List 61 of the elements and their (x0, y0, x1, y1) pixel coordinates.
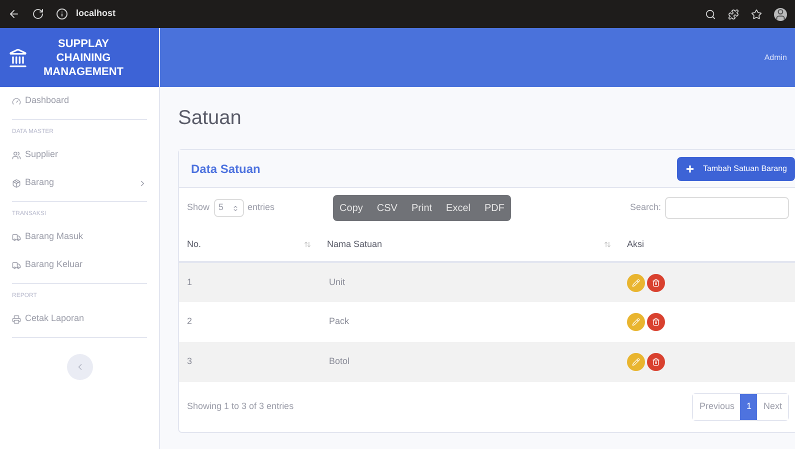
column-header[interactable]: Aksi (619, 228, 795, 262)
trash-icon (652, 278, 660, 286)
pencil-icon (632, 358, 640, 366)
sidebar-item[interactable]: Barang (12, 169, 147, 197)
table-cell: Pack (319, 302, 619, 342)
puzzle-icon[interactable] (728, 8, 739, 20)
column-header[interactable]: No. (179, 228, 319, 262)
info-icon[interactable] (56, 8, 68, 20)
brand-title: SUPPLAY CHAINING MANAGEMENT (42, 36, 125, 78)
printer-icon (12, 314, 21, 324)
bank-icon (8, 48, 28, 68)
delete-button[interactable] (647, 274, 665, 292)
people-icon (12, 150, 21, 160)
avatar-icon[interactable] (774, 8, 787, 20)
sidebar-item[interactable]: Cetak Laporan (12, 305, 147, 333)
table-cell: 1 (179, 262, 319, 302)
export-button[interactable]: Excel (439, 195, 478, 221)
delete-button[interactable] (647, 313, 665, 331)
table-info: Showing 1 to 3 of 3 entries (187, 400, 294, 414)
zoom-icon[interactable] (705, 8, 716, 20)
trash-icon (652, 358, 660, 366)
length-select[interactable]: 5 (214, 199, 244, 217)
export-button[interactable]: Print (404, 195, 440, 221)
table-cell: 3 (179, 342, 319, 382)
search-field[interactable] (665, 197, 789, 219)
export-button[interactable]: PDF (477, 195, 512, 221)
page-button[interactable]: 1 (740, 394, 758, 420)
trash-icon (652, 318, 660, 326)
add-button[interactable]: Tambah Satuan Barang (676, 156, 795, 180)
sidebar-item[interactable]: Supplier (12, 141, 147, 169)
box-icon (12, 178, 21, 188)
table-cell: 2 (179, 302, 319, 342)
pencil-icon (632, 278, 640, 286)
card-title: Data Satuan (191, 160, 260, 178)
truck-icon (12, 260, 21, 270)
sidebar-item[interactable]: Barang Masuk (12, 223, 147, 251)
gauge-icon (12, 96, 21, 106)
sidebar-item[interactable]: Barang Keluar (12, 251, 147, 279)
show-label: Show (187, 201, 210, 214)
updown-icon (232, 204, 239, 212)
sidebar-item[interactable]: Dashboard (12, 87, 147, 115)
sidebar-toggle[interactable] (66, 354, 92, 380)
delete-button[interactable] (647, 353, 665, 371)
star-icon[interactable] (751, 8, 762, 20)
back-icon[interactable] (8, 8, 20, 20)
column-header[interactable]: Nama Satuan (319, 228, 619, 262)
plus-icon (684, 164, 695, 174)
user-name[interactable]: Admin (764, 52, 787, 64)
export-button[interactable]: CSV (370, 195, 404, 221)
sort-icon (604, 241, 611, 248)
url-text[interactable]: localhost (76, 7, 116, 21)
entries-label: entries (248, 201, 275, 214)
pencil-icon (632, 318, 640, 326)
reload-icon[interactable] (32, 8, 44, 20)
truck-icon (12, 232, 21, 242)
export-button[interactable]: Copy (332, 195, 370, 221)
table-cell: Unit (319, 262, 619, 302)
sort-icon (304, 241, 311, 248)
page-title: Satuan (178, 106, 242, 131)
search-label: Search: (630, 201, 661, 214)
table-cell: Botol (319, 342, 619, 382)
